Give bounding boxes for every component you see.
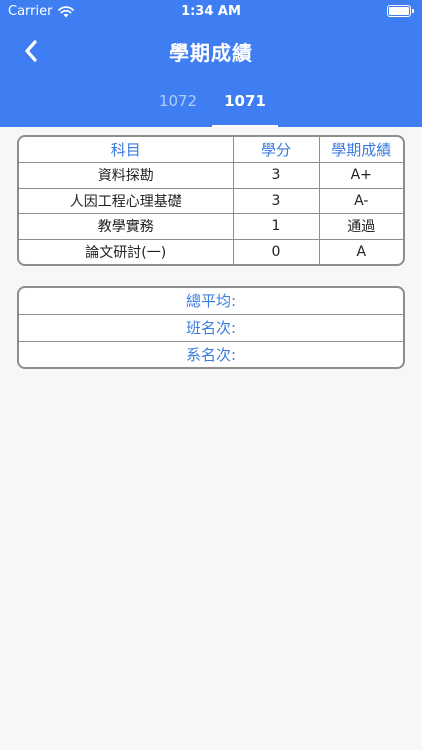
tab-1071[interactable]: 1071 [212, 86, 278, 127]
cell-credit: 3 [233, 188, 320, 214]
grades-table-card: 科目 學分 學期成績 資料探勘 3 A+ 人因工程心理基礎 3 A- 教學實務 … [17, 135, 405, 266]
cell-subject: 教學實務 [19, 213, 234, 240]
tab-1072[interactable]: 1072 [145, 86, 211, 127]
column-header-credit: 學分 [233, 137, 320, 163]
battery-icon [387, 5, 414, 17]
table-row: 論文研討(一) 0 A [19, 239, 403, 264]
column-header-grade: 學期成績 [319, 137, 403, 163]
page-title: 學期成績 [169, 41, 253, 65]
class-rank-label: 班名次: [19, 315, 403, 342]
cell-grade: A+ [319, 162, 403, 189]
average-label: 總平均: [19, 288, 403, 315]
cell-subject: 人因工程心理基礎 [19, 188, 234, 214]
column-header-subject: 科目 [19, 137, 234, 163]
summary-card: 總平均: 班名次: 系名次: [17, 286, 405, 369]
table-header-row: 科目 學分 學期成績 [19, 137, 403, 163]
cell-credit: 1 [233, 213, 320, 240]
cell-subject: 論文研討(一) [19, 239, 234, 264]
status-bar: Carrier 1:34 AM [0, 0, 422, 24]
cell-credit: 3 [233, 162, 320, 189]
grades-table: 科目 學分 學期成績 資料探勘 3 A+ 人因工程心理基礎 3 A- 教學實務 … [19, 137, 403, 264]
cell-grade: 通過 [319, 213, 403, 240]
table-row: 人因工程心理基礎 3 A- [19, 188, 403, 214]
table-row: 資料探勘 3 A+ [19, 162, 403, 189]
semester-tabs: 1072 1071 [0, 86, 422, 127]
table-row: 教學實務 1 通過 [19, 213, 403, 240]
cell-grade: A [356, 244, 367, 260]
dept-rank-label: 系名次: [185, 346, 237, 364]
cell-credit: 0 [233, 239, 320, 264]
cell-subject: 資料探勘 [19, 162, 234, 189]
app-header: Carrier 1:34 AM 學期成績 1072 1071 [0, 0, 422, 127]
status-time: 1:34 AM [181, 4, 241, 19]
cell-grade: A- [319, 188, 403, 214]
